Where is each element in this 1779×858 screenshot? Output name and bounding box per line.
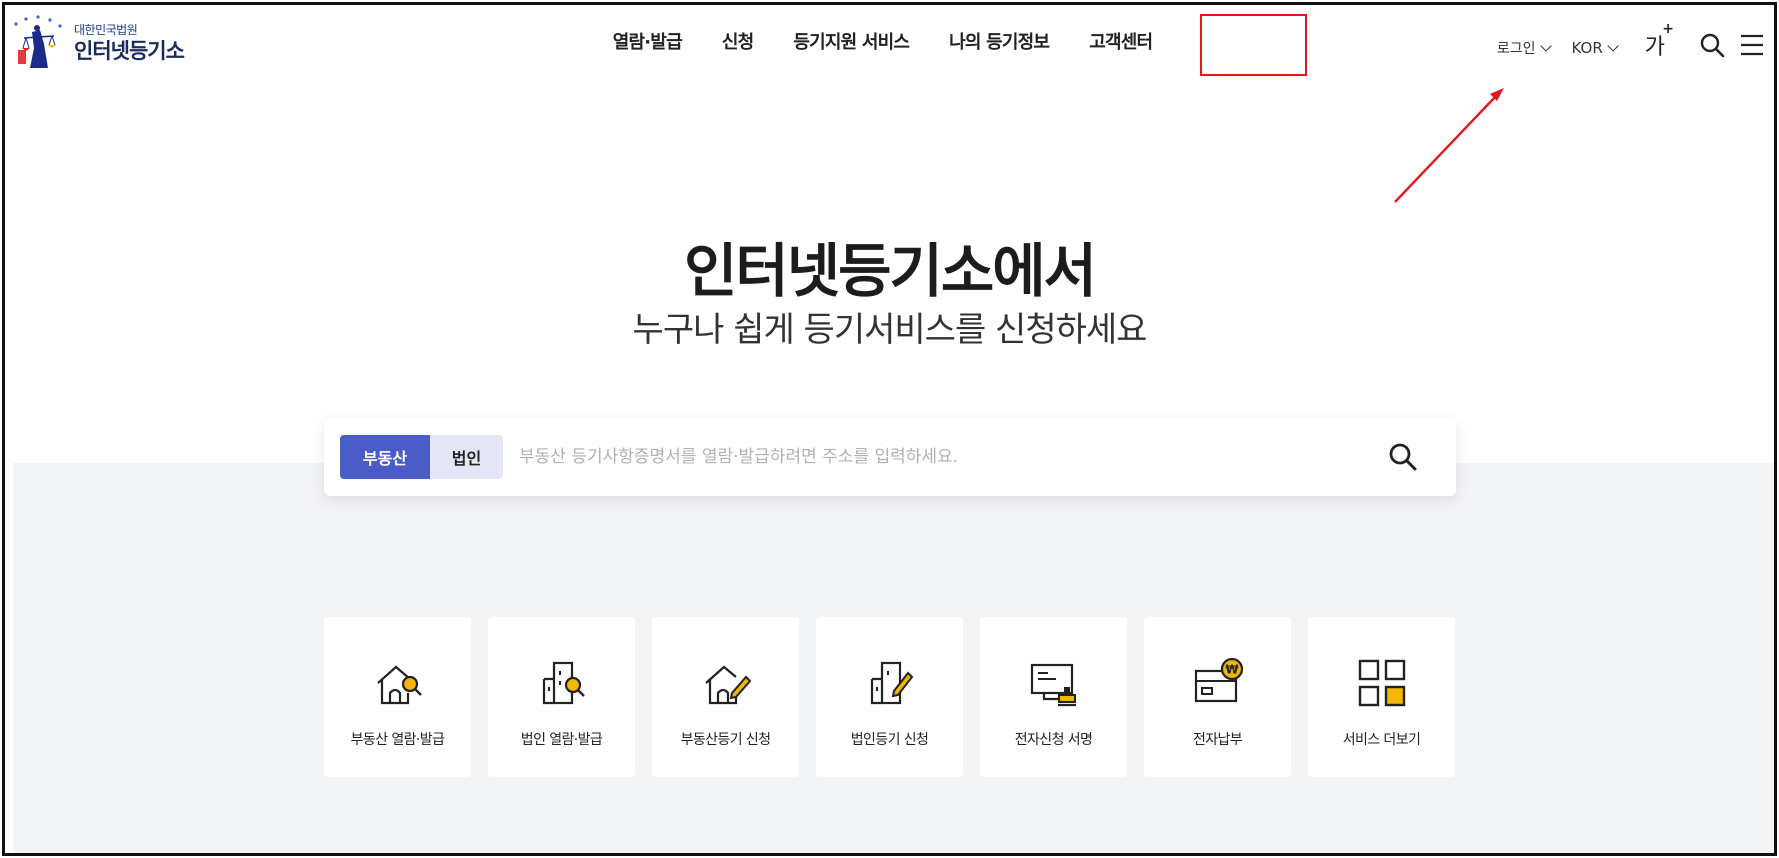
service-corporation-apply[interactable]: 법인등기 신청 [816, 617, 963, 777]
nav-item-customer-center[interactable]: 고객센터 [1089, 28, 1153, 54]
house-search-icon [376, 665, 422, 705]
font-size-button[interactable]: 가 + [1644, 21, 1674, 61]
e-payment-icon: ₩ [1194, 657, 1243, 703]
hamburger-icon [1741, 34, 1763, 56]
nav-item-apply[interactable]: 신청 [722, 28, 754, 54]
font-size-plus: + [1662, 21, 1674, 37]
chevron-down-icon [1539, 39, 1552, 52]
court-emblem-icon [10, 14, 68, 72]
language-label: KOR [1571, 39, 1603, 57]
e-sign-icon [1030, 663, 1076, 707]
registry-search-box: 부동산 법인 [324, 418, 1456, 496]
site-logo[interactable]: 대한민국법원 인터넷등기소 [10, 14, 185, 72]
menu-button[interactable] [1737, 30, 1767, 60]
search-icon [1389, 443, 1417, 471]
service-label: 전자납부 [1192, 732, 1243, 748]
nav-item-my-registry[interactable]: 나의 등기정보 [949, 28, 1050, 54]
service-label: 부동산 열람·발급 [350, 732, 445, 748]
language-select[interactable]: KOR [1571, 39, 1619, 57]
service-label: 부동산등기 신청 [680, 732, 771, 748]
login-button[interactable]: 로그인 [1496, 38, 1552, 58]
service-e-sign[interactable]: 전자신청 서명 [980, 617, 1127, 777]
service-label: 법인 열람·발급 [520, 732, 603, 748]
service-real-estate-view[interactable]: 부동산 열람·발급 [324, 617, 471, 777]
search-icon [1700, 33, 1725, 58]
login-highlight-box [1199, 14, 1307, 76]
house-pencil-icon [704, 665, 751, 705]
search-button[interactable] [1697, 30, 1727, 60]
service-label: 서비스 더보기 [1342, 732, 1421, 748]
service-e-payment[interactable]: ₩ 전자납부 [1144, 617, 1291, 777]
service-label: 법인등기 신청 [850, 732, 929, 748]
hero-title: 인터넷등기소에서 [684, 237, 1097, 305]
logo-subtitle: 대한민국법원 [74, 23, 138, 37]
chevron-down-icon [1607, 39, 1619, 52]
login-label: 로그인 [1496, 41, 1536, 57]
font-size-label: 가 [1644, 35, 1665, 60]
nav-item-view-issue[interactable]: 열람·발급 [613, 28, 683, 54]
service-corporation-view[interactable]: 법인 열람·발급 [488, 617, 635, 777]
service-label: 전자신청 서명 [1014, 732, 1093, 748]
tab-real-estate[interactable]: 부동산 [340, 435, 430, 479]
grid-more-icon [1358, 659, 1405, 707]
address-search-input[interactable] [503, 435, 1378, 479]
building-pencil-icon [870, 661, 913, 705]
svg-text:₩: ₩ [1225, 663, 1239, 677]
logo-title: 인터넷등기소 [74, 39, 185, 63]
utility-menu: 로그인 KOR 가 + [1199, 14, 1767, 76]
search-submit-button[interactable] [1378, 432, 1428, 482]
service-shortcuts: 부동산 열람·발급 법인 열람·발급 부동산등기 신청 법인등기 신청 전자신청… [324, 617, 1455, 777]
service-real-estate-apply[interactable]: 부동산등기 신청 [652, 617, 799, 777]
search-type-toggle: 부동산 법인 [340, 435, 503, 479]
building-search-icon [542, 661, 585, 705]
service-more[interactable]: 서비스 더보기 [1308, 617, 1455, 777]
nav-item-registry-support[interactable]: 등기지원 서비스 [793, 28, 910, 54]
tab-corporation[interactable]: 법인 [430, 435, 503, 479]
hero-subtitle: 누구나 쉽게 등기서비스를 신청하세요 [632, 310, 1148, 350]
